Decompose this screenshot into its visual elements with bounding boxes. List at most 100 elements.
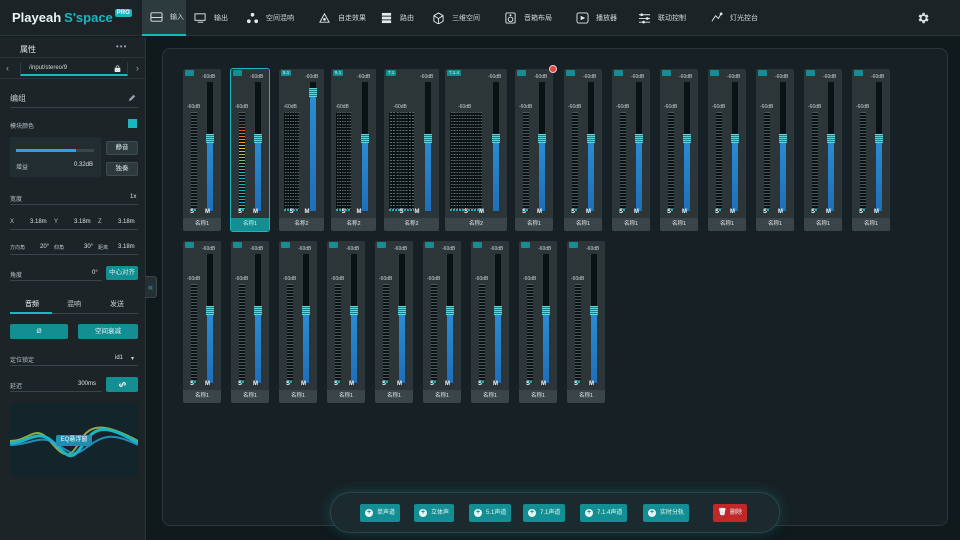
tab-routing[interactable]: 路由 xyxy=(372,0,424,36)
coord-value-z[interactable]: 3.18m xyxy=(118,219,135,225)
mute-button[interactable]: M xyxy=(493,381,498,387)
mute-button[interactable]: M xyxy=(634,209,639,215)
tab-lighting-console[interactable]: 灯光控台 xyxy=(702,0,774,36)
fader-handle[interactable] xyxy=(309,88,317,98)
mute-button[interactable]: M xyxy=(415,209,420,215)
mute-button[interactable]: M xyxy=(778,209,783,215)
channel-strip[interactable]: -60dB -60dB S M 名称1 xyxy=(519,241,557,403)
channel-name[interactable]: 名称1 xyxy=(564,218,602,231)
mute-button[interactable]: M xyxy=(301,381,306,387)
delay-value[interactable]: 300ms xyxy=(78,381,96,387)
solo-button[interactable]: S xyxy=(526,381,530,387)
channel-name[interactable]: 名称1 xyxy=(708,218,746,231)
solo-button[interactable]: S xyxy=(238,381,242,387)
module-color-swatch[interactable] xyxy=(128,119,137,128)
fader-handle[interactable] xyxy=(254,305,262,315)
mute-button[interactable]: M xyxy=(826,209,831,215)
channel-name[interactable]: 名称1 xyxy=(852,218,890,231)
channel-strip[interactable]: -60dB -60dB S M 名称1 xyxy=(660,69,698,231)
channel-name[interactable]: 名称1 xyxy=(756,218,794,231)
channel-strip[interactable]: 7.1.4 -60dB -60dB S M 名称2 xyxy=(445,69,507,231)
mute-button[interactable]: M xyxy=(253,209,258,215)
channel-name[interactable]: 名称2 xyxy=(445,218,507,231)
fader-handle[interactable] xyxy=(538,133,546,143)
mute-button[interactable]: M xyxy=(479,209,484,215)
tab-auto-effect[interactable]: 自走效果 xyxy=(310,0,372,36)
volume-fader[interactable] xyxy=(206,82,214,211)
tab-spatial-reverb[interactable]: 空间混响 xyxy=(238,0,310,36)
solo-button[interactable]: S xyxy=(619,209,623,215)
fader-handle[interactable] xyxy=(424,133,432,143)
volume-fader[interactable] xyxy=(309,82,317,211)
gain-slider[interactable] xyxy=(16,149,94,152)
fader-handle[interactable] xyxy=(254,133,262,143)
add-channel-button[interactable]: +5.1声道 xyxy=(469,504,512,522)
channel-name[interactable]: 名称1 xyxy=(231,390,269,403)
solo-button[interactable]: S xyxy=(763,209,767,215)
channel-strip[interactable]: -60dB -60dB S M 名称1 xyxy=(183,69,221,231)
volume-fader[interactable] xyxy=(492,82,500,211)
solo-button[interactable]: S xyxy=(522,209,526,215)
solo-button[interactable]: S xyxy=(190,209,194,215)
volume-fader[interactable] xyxy=(827,82,835,211)
volume-fader[interactable] xyxy=(254,82,262,211)
add-channel-button[interactable]: + 单声道 xyxy=(360,504,401,522)
tab-3d-space[interactable]: 三维空间 xyxy=(424,0,496,36)
mute-button[interactable]: M xyxy=(589,381,594,387)
add-channel-button[interactable]: +7.1声道 xyxy=(523,504,566,522)
more-options-icon[interactable]: ••• xyxy=(116,42,127,51)
fader-handle[interactable] xyxy=(683,133,691,143)
add-channel-button[interactable]: +7.1.4声道 xyxy=(580,504,628,522)
volume-fader[interactable] xyxy=(587,82,595,211)
volume-fader[interactable] xyxy=(731,82,739,211)
fader-handle[interactable] xyxy=(350,305,358,315)
delete-button[interactable]: 🗑 删除 xyxy=(713,504,748,522)
mute-button[interactable]: M xyxy=(357,209,362,215)
angle-value[interactable]: 0° xyxy=(92,270,98,276)
channel-name[interactable]: 名称1 xyxy=(471,390,509,403)
solo-button[interactable]: S xyxy=(286,381,290,387)
channel-strip[interactable]: -60dB -60dB S M 名称1 xyxy=(471,241,509,403)
channel-strip[interactable]: -60dB -60dB S M 名称1 xyxy=(612,69,650,231)
channel-strip[interactable]: -60dB -60dB S M 名称1 xyxy=(327,241,365,403)
channel-name[interactable]: 名称1 xyxy=(327,390,365,403)
mute-button[interactable]: M xyxy=(253,381,258,387)
fader-handle[interactable] xyxy=(875,133,883,143)
channel-strip[interactable]: -60dB -60dB S M 名称1 xyxy=(183,241,221,403)
fader-handle[interactable] xyxy=(494,305,502,315)
edit-pencil-icon[interactable] xyxy=(128,94,136,102)
solo-button[interactable]: S xyxy=(715,209,719,215)
position-lock-select[interactable]: id1 xyxy=(115,355,123,361)
volume-fader[interactable] xyxy=(424,82,432,211)
volume-fader[interactable] xyxy=(398,254,406,383)
volume-fader[interactable] xyxy=(875,82,883,211)
fader-handle[interactable] xyxy=(731,133,739,143)
channel-name[interactable]: 名称1 xyxy=(231,218,269,231)
width-value[interactable]: 1x xyxy=(130,194,136,200)
mute-button[interactable]: M xyxy=(445,381,450,387)
volume-fader[interactable] xyxy=(590,254,598,383)
solo-button[interactable]: S xyxy=(571,209,575,215)
channel-strip[interactable]: -60dB -60dB S M 名称1 xyxy=(423,241,461,403)
mute-button[interactable]: M xyxy=(397,381,402,387)
tab-player[interactable]: 播放器 xyxy=(568,0,630,36)
solo-button[interactable]: S xyxy=(574,381,578,387)
solo-button[interactable]: S xyxy=(667,209,671,215)
spatial-decay-button[interactable]: 空间衰减 xyxy=(78,324,138,339)
fader-handle[interactable] xyxy=(398,305,406,315)
channel-strip[interactable]: -60dB -60dB S M 名称1 xyxy=(564,69,602,231)
volume-fader[interactable] xyxy=(361,82,369,211)
lock-icon[interactable] xyxy=(114,65,121,72)
volume-fader[interactable] xyxy=(538,82,546,211)
solo-button[interactable]: S xyxy=(382,381,386,387)
fader-handle[interactable] xyxy=(206,305,214,315)
mute-button[interactable]: M xyxy=(586,209,591,215)
angle-param-value[interactable]: 20° xyxy=(40,244,49,250)
channel-strip[interactable]: -60dB -60dB S M 名称1 xyxy=(515,65,557,231)
prev-arrow-icon[interactable]: ‹ xyxy=(6,63,9,73)
solo-button[interactable]: S xyxy=(342,209,346,215)
volume-fader[interactable] xyxy=(494,254,502,383)
channel-name[interactable]: 名称1 xyxy=(612,218,650,231)
channel-strip[interactable]: -60dB -60dB S M 名称1 xyxy=(756,69,794,231)
channel-name[interactable]: 名称1 xyxy=(279,390,317,403)
